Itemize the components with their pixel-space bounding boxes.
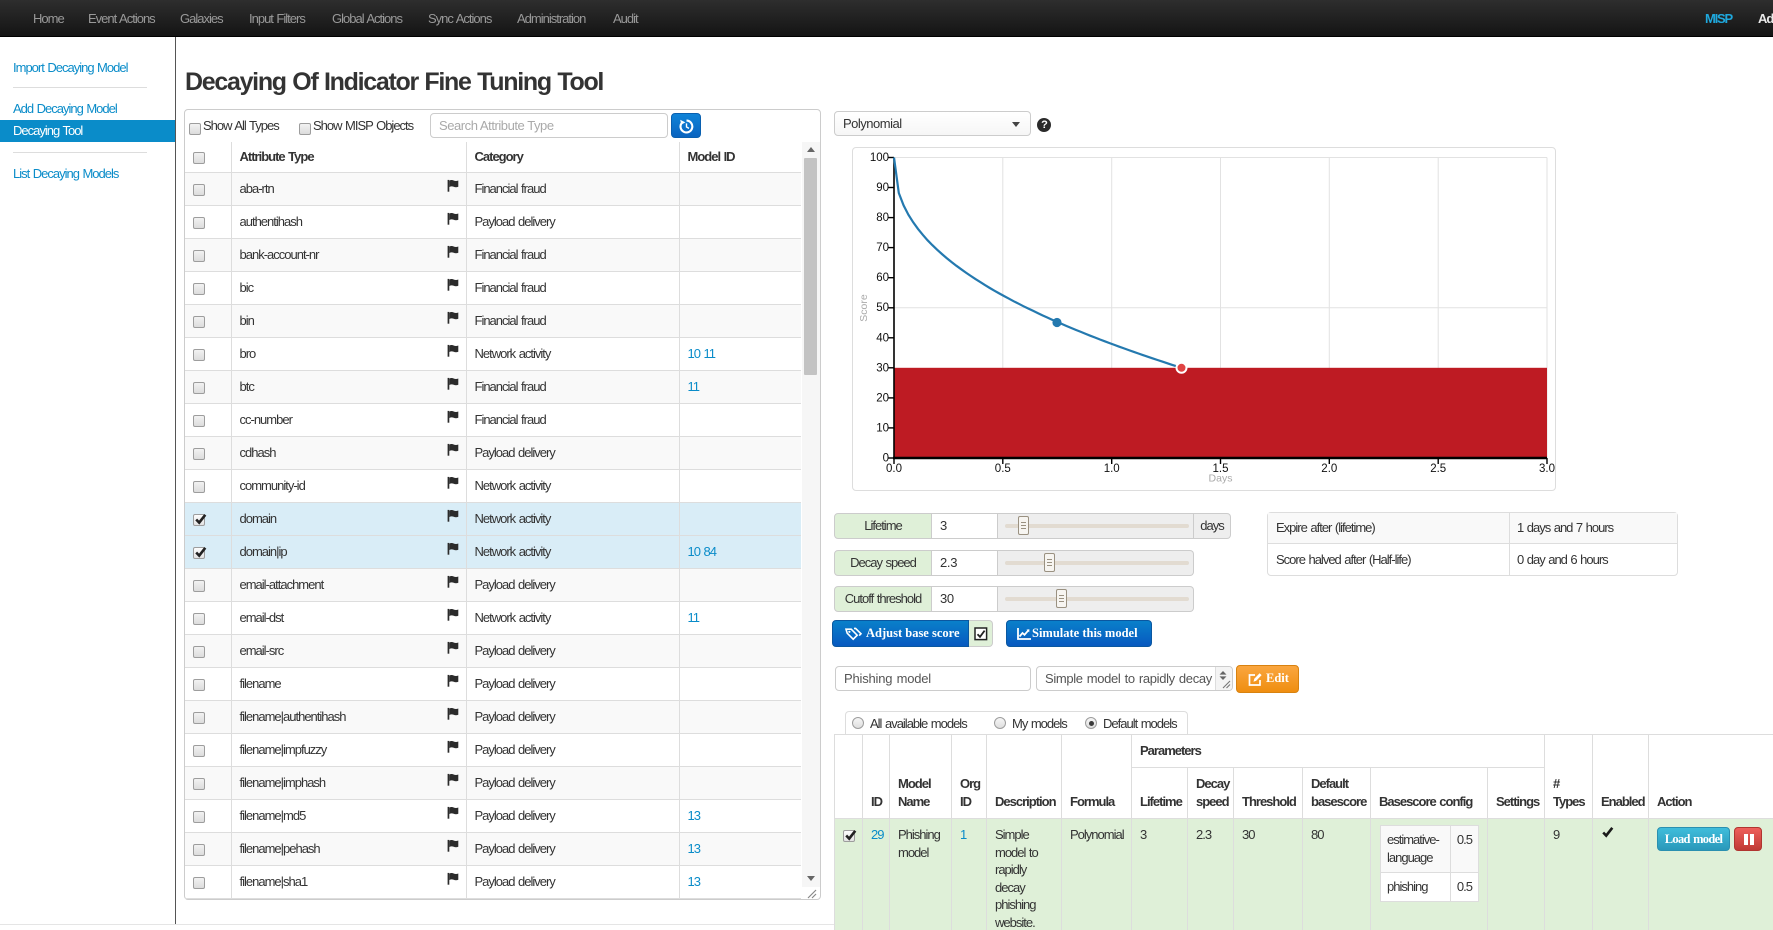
svg-text:2.5: 2.5 <box>1430 463 1446 475</box>
svg-text:3.0: 3.0 <box>1539 463 1555 475</box>
svg-text:10: 10 <box>876 422 889 434</box>
svg-text:40: 40 <box>876 332 889 344</box>
svg-text:1.0: 1.0 <box>1104 463 1120 475</box>
svg-text:Score: Score <box>858 294 870 322</box>
svg-text:60: 60 <box>876 272 889 284</box>
svg-text:0.5: 0.5 <box>995 463 1011 475</box>
svg-text:20: 20 <box>876 392 889 404</box>
svg-text:30: 30 <box>876 362 889 374</box>
svg-text:70: 70 <box>876 242 889 254</box>
svg-text:100: 100 <box>870 152 889 164</box>
svg-text:0.0: 0.0 <box>886 463 902 475</box>
svg-text:80: 80 <box>876 212 889 224</box>
svg-text:50: 50 <box>876 302 889 314</box>
svg-text:90: 90 <box>876 182 889 194</box>
svg-text:Days: Days <box>1209 473 1233 485</box>
svg-text:2.0: 2.0 <box>1321 463 1337 475</box>
